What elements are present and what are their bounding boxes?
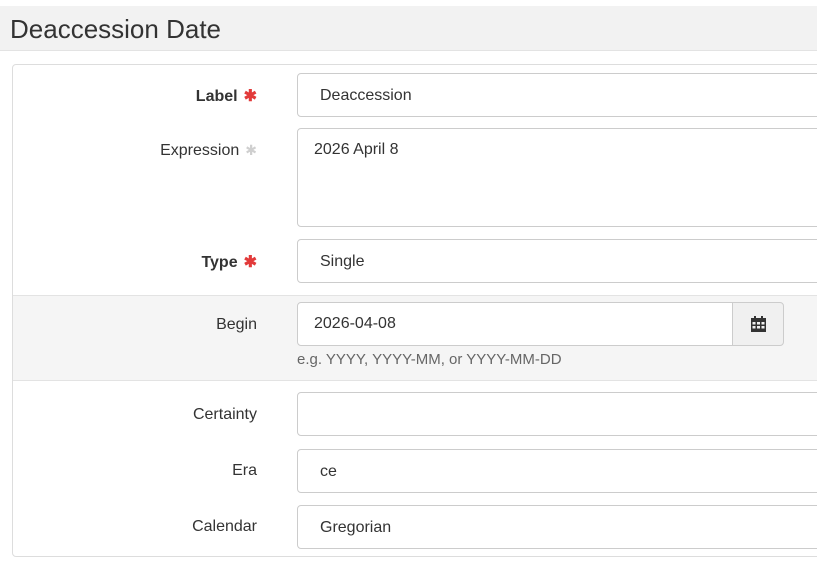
calendar-select[interactable]: Gregorian: [297, 505, 817, 549]
required-icon: ✱: [243, 88, 257, 105]
begin-date-hint: e.g. YYYY, YYYY-MM, or YYYY-MM-DD: [297, 351, 562, 368]
expression-value: 2026 April 8: [314, 141, 399, 158]
begin-text: Begin: [216, 316, 257, 333]
expression-textarea[interactable]: 2026 April 8: [297, 128, 817, 227]
certainty-text: Certainty: [192, 406, 257, 423]
label-input[interactable]: Deaccession: [297, 73, 817, 117]
optional-icon: ✱: [245, 142, 257, 158]
calendar-value: Gregorian: [320, 519, 392, 536]
begin-date-input[interactable]: 2026-04-08: [297, 302, 733, 346]
begin-field-label: Begin: [216, 316, 257, 334]
expression-field-label: Expression ✱: [160, 142, 257, 160]
section-title: Deaccession Date: [10, 14, 221, 44]
type-field-label: Type ✱: [201, 252, 257, 272]
calendar-field-label: Calendar: [192, 518, 257, 536]
type-text: Type: [201, 254, 238, 271]
calendar-text: Calendar: [192, 518, 257, 535]
calendar-icon: [751, 316, 766, 332]
label-input-value: Deaccession: [320, 87, 412, 104]
label-text: Label: [195, 88, 238, 105]
begin-date-value: 2026-04-08: [314, 315, 396, 332]
section-header: Deaccession Date: [0, 6, 817, 51]
era-select[interactable]: ce: [297, 449, 817, 493]
calendar-picker-button[interactable]: [732, 302, 784, 346]
type-select-value: Single: [320, 253, 365, 270]
certainty-select[interactable]: [297, 392, 817, 436]
era-value: ce: [320, 463, 337, 480]
era-text: Era: [232, 462, 257, 479]
required-icon: ✱: [243, 254, 257, 271]
type-select[interactable]: Single: [297, 239, 817, 283]
label-field-label: Label ✱: [196, 86, 257, 106]
certainty-field-label: Certainty: [193, 406, 257, 424]
expression-text: Expression: [160, 142, 240, 159]
era-field-label: Era: [232, 462, 257, 480]
